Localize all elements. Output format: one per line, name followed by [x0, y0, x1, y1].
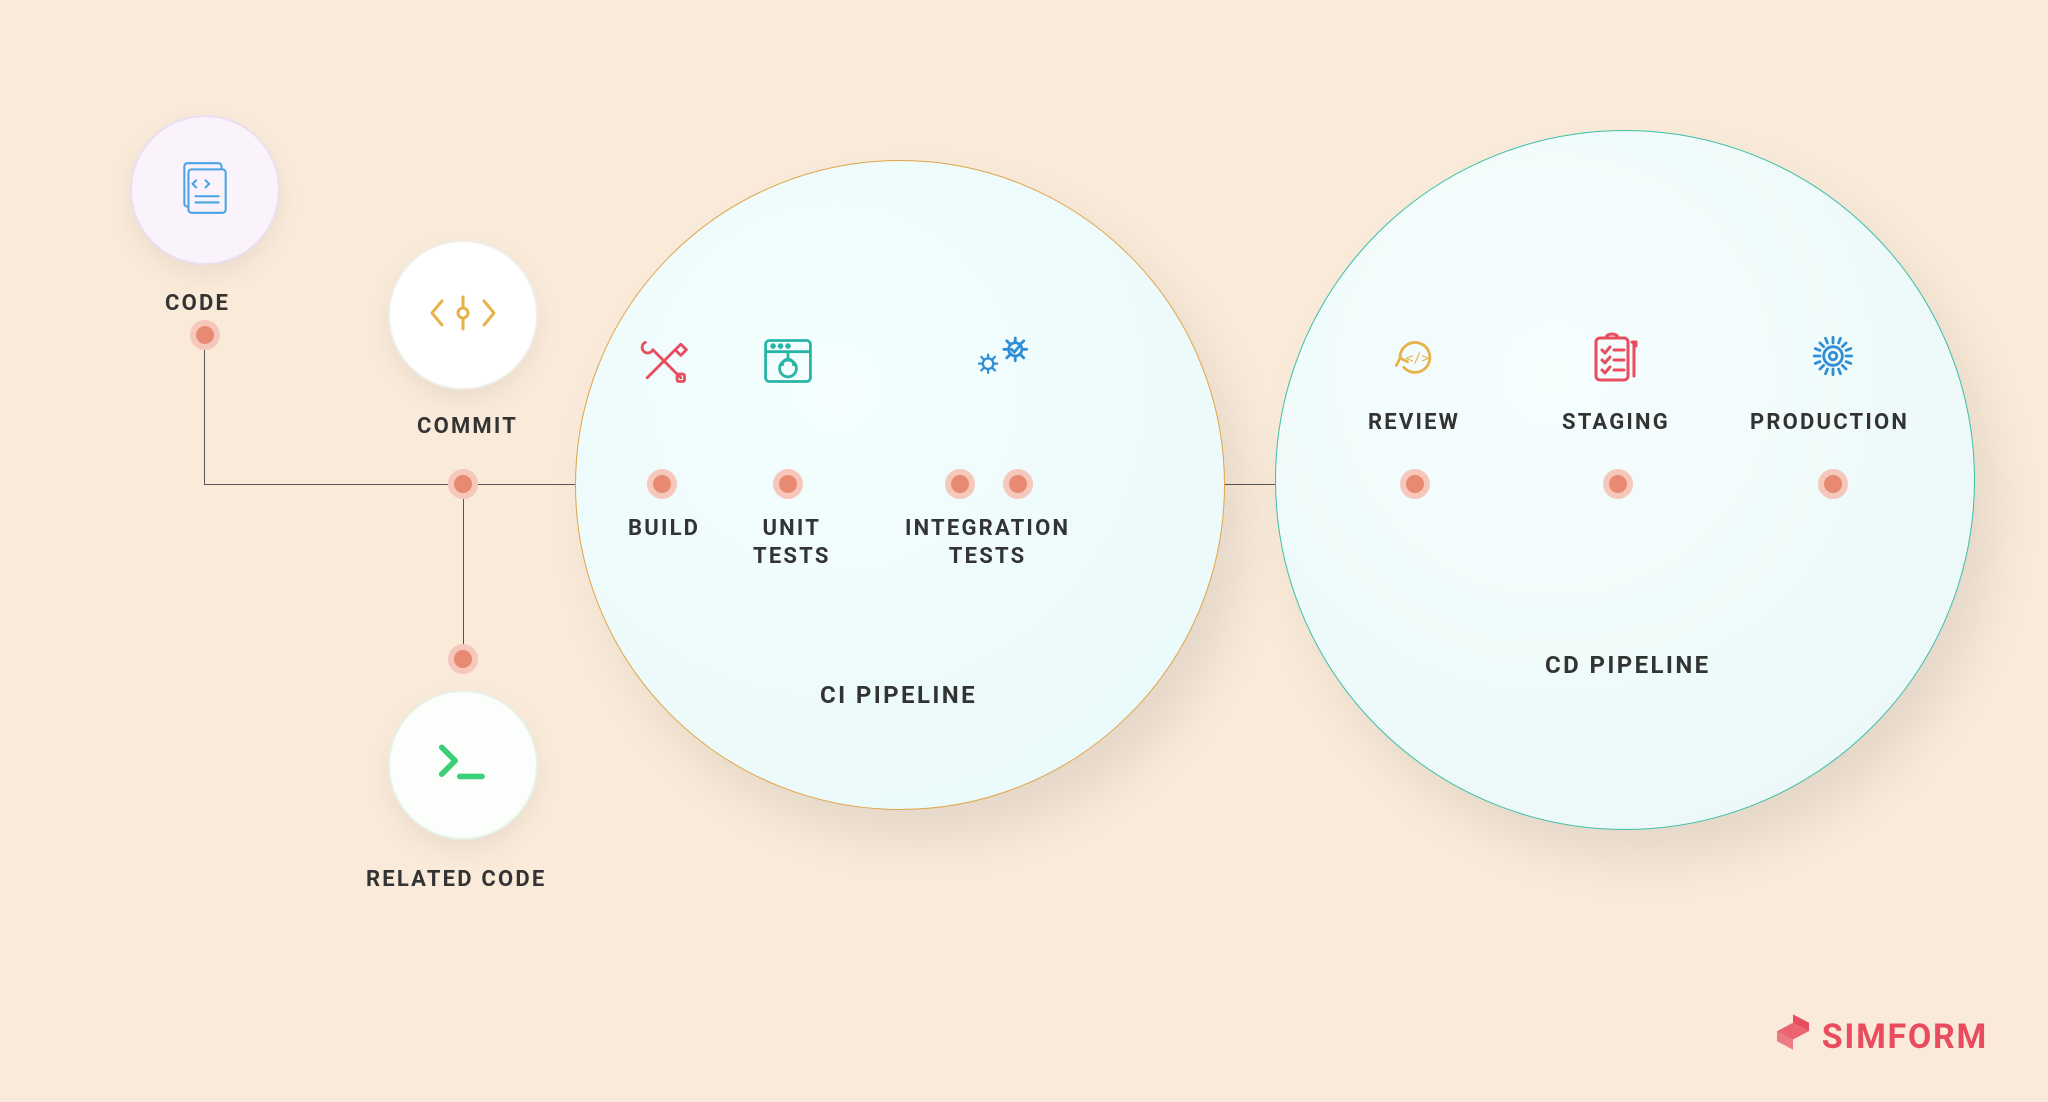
code-node: [130, 115, 280, 265]
svg-text:</>: </>: [1406, 352, 1430, 367]
production-label: PRODUCTION: [1750, 409, 1909, 437]
pipeline-dot-unit: [773, 469, 803, 499]
staging-icon: [1588, 328, 1648, 392]
build-icon: [636, 333, 692, 393]
related-code-node: [388, 690, 538, 840]
pipeline-dot-commit: [448, 469, 478, 499]
pipeline-dot-integration-b: [1003, 469, 1033, 499]
review-icon: </>: [1387, 330, 1443, 390]
pipeline-dot-review: [1400, 469, 1430, 499]
brand-name: SIMFORM: [1822, 1017, 1988, 1057]
unit-tests-label: UNIT TESTS: [753, 515, 831, 570]
review-label: REVIEW: [1368, 409, 1460, 437]
pipeline-dot-staging: [1603, 469, 1633, 499]
cd-pipeline-label: CD PIPELINE: [1545, 650, 1711, 680]
connector-line: [463, 484, 464, 659]
integration-tests-label: INTEGRATION TESTS: [905, 515, 1070, 570]
commit-label: COMMIT: [417, 413, 518, 441]
pipeline-dot-related: [448, 644, 478, 674]
integration-tests-icon: [970, 325, 1036, 389]
commit-icon: [428, 293, 498, 337]
connector-line: [204, 335, 205, 485]
brand-logo: SIMFORM: [1772, 1011, 1988, 1062]
build-label: BUILD: [628, 515, 700, 543]
pipeline-dot-code: [190, 320, 220, 350]
pipeline-dot-production: [1818, 469, 1848, 499]
production-icon: [1805, 328, 1861, 388]
code-label: CODE: [165, 290, 230, 318]
brand-logo-icon: [1772, 1011, 1814, 1062]
pipeline-dot-build: [647, 469, 677, 499]
terminal-icon: [435, 740, 491, 790]
unit-tests-icon: [760, 333, 816, 393]
pipeline-dot-integration-a: [945, 469, 975, 499]
commit-node: [388, 240, 538, 390]
ci-pipeline-label: CI PIPELINE: [820, 680, 977, 710]
staging-label: STAGING: [1562, 409, 1670, 437]
code-icon: [174, 157, 236, 223]
related-code-label: RELATED CODE: [366, 866, 546, 894]
